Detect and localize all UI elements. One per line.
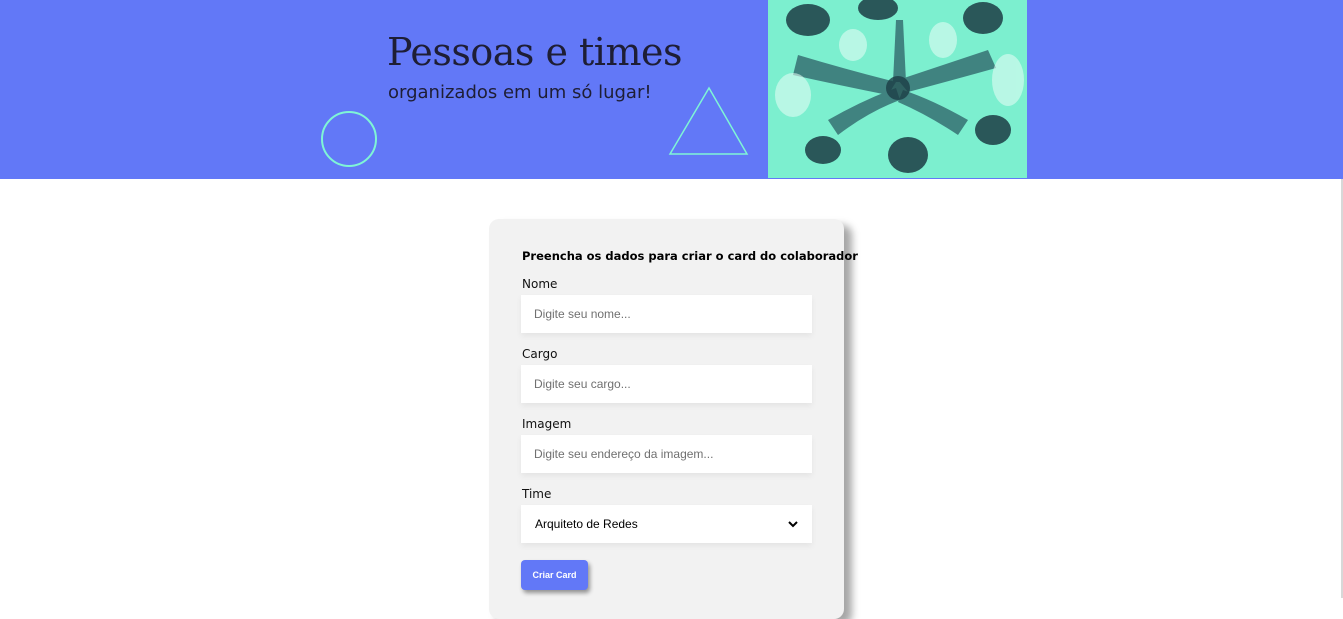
banner: Pessoas e times organizados em um só lug… xyxy=(0,0,1343,179)
role-input[interactable] xyxy=(521,365,812,403)
image-url-input[interactable] xyxy=(521,435,812,473)
team-label: Time xyxy=(522,487,552,501)
banner-title: Pessoas e times xyxy=(387,30,682,74)
name-label: Nome xyxy=(522,277,558,291)
name-input[interactable] xyxy=(521,295,812,333)
team-select-value: Arquiteto de Redes xyxy=(535,517,638,531)
team-photo-illustration xyxy=(768,0,1027,178)
collaborator-form: Preencha os dados para criar o card do c… xyxy=(489,219,858,619)
role-label: Cargo xyxy=(522,347,558,361)
decorative-triangle-icon xyxy=(668,86,749,155)
image-label: Imagem xyxy=(522,417,572,431)
decorative-circle-icon xyxy=(321,111,377,167)
chevron-down-icon xyxy=(788,520,798,527)
team-hands-photo xyxy=(768,0,1027,178)
banner-subtitle: organizados em um só lugar! xyxy=(388,82,652,103)
team-select[interactable]: Arquiteto de Redes xyxy=(521,505,812,543)
create-card-button[interactable]: Criar Card xyxy=(521,560,588,590)
form-heading: Preencha os dados para criar o card do c… xyxy=(522,249,858,263)
